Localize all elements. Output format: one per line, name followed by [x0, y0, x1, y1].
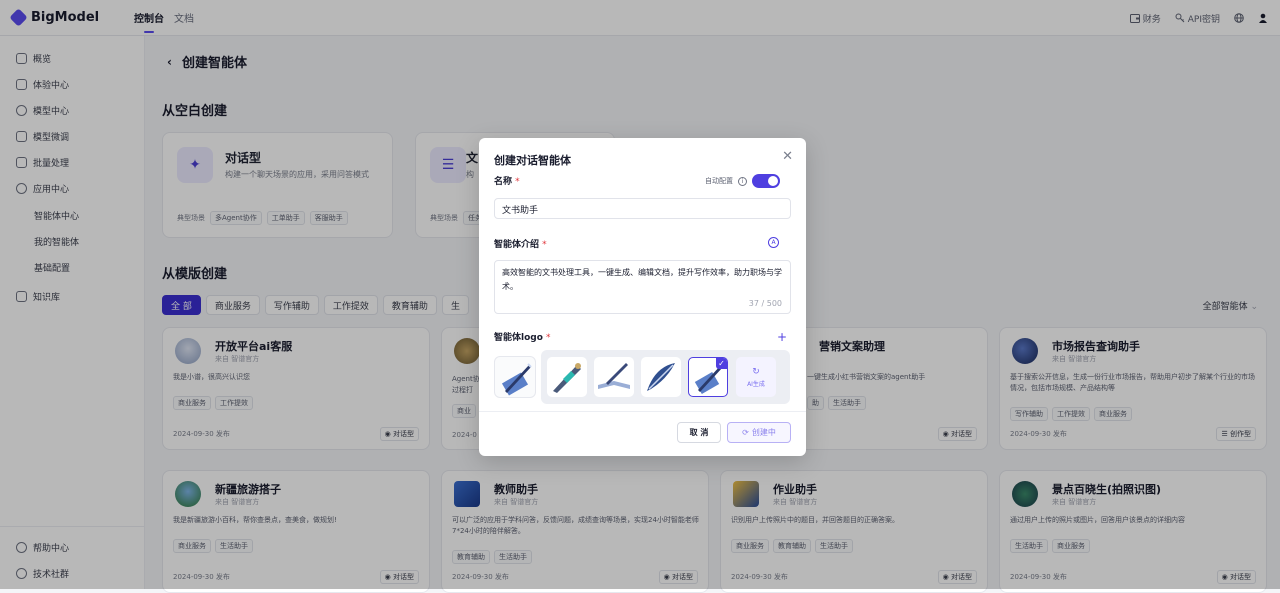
- auto-config: 自动配置 i: [705, 174, 780, 188]
- add-logo-icon[interactable]: +: [777, 330, 787, 344]
- ai-generate-logo-button[interactable]: ↻ AI生成: [736, 357, 776, 397]
- modal-title: 创建对话智能体: [494, 154, 571, 167]
- current-logo-preview: [494, 356, 536, 398]
- check-icon: ✓: [716, 358, 727, 369]
- modal-divider: [479, 411, 806, 412]
- logo-option-quill[interactable]: [641, 357, 681, 397]
- cancel-button[interactable]: 取 消: [677, 422, 721, 443]
- create-agent-modal: 创建对话智能体 ✕ 名称 * 自动配置 i 文书助手 智能体介绍 * A 高效智…: [479, 138, 806, 456]
- name-label: 名称 *: [494, 177, 520, 187]
- create-button[interactable]: ⟳ 创建中: [727, 422, 791, 443]
- agent-intro-textarea[interactable]: 高效智能的文书处理工具，一键生成、编辑文档，提升写作效率，助力职场与学术。 37…: [494, 260, 791, 314]
- logo-option-pen-gold[interactable]: [547, 357, 587, 397]
- refresh-icon: ↻: [752, 366, 760, 377]
- logo-label: 智能体logo *: [494, 333, 551, 343]
- agent-name-input[interactable]: 文书助手: [494, 198, 791, 219]
- info-icon[interactable]: i: [738, 176, 747, 186]
- logo-option-selected[interactable]: ✓: [688, 357, 728, 397]
- auto-config-toggle[interactable]: [752, 174, 780, 188]
- char-counter: 37 / 500: [748, 299, 782, 308]
- intro-label: 智能体介绍 *: [494, 240, 547, 250]
- logo-options: ✓ ↻ AI生成: [541, 350, 790, 404]
- logo-option-book-pen[interactable]: [594, 357, 634, 397]
- spinner-icon: ⟳: [742, 428, 749, 437]
- close-icon[interactable]: ✕: [782, 149, 793, 164]
- ai-assist-icon[interactable]: A: [768, 237, 779, 248]
